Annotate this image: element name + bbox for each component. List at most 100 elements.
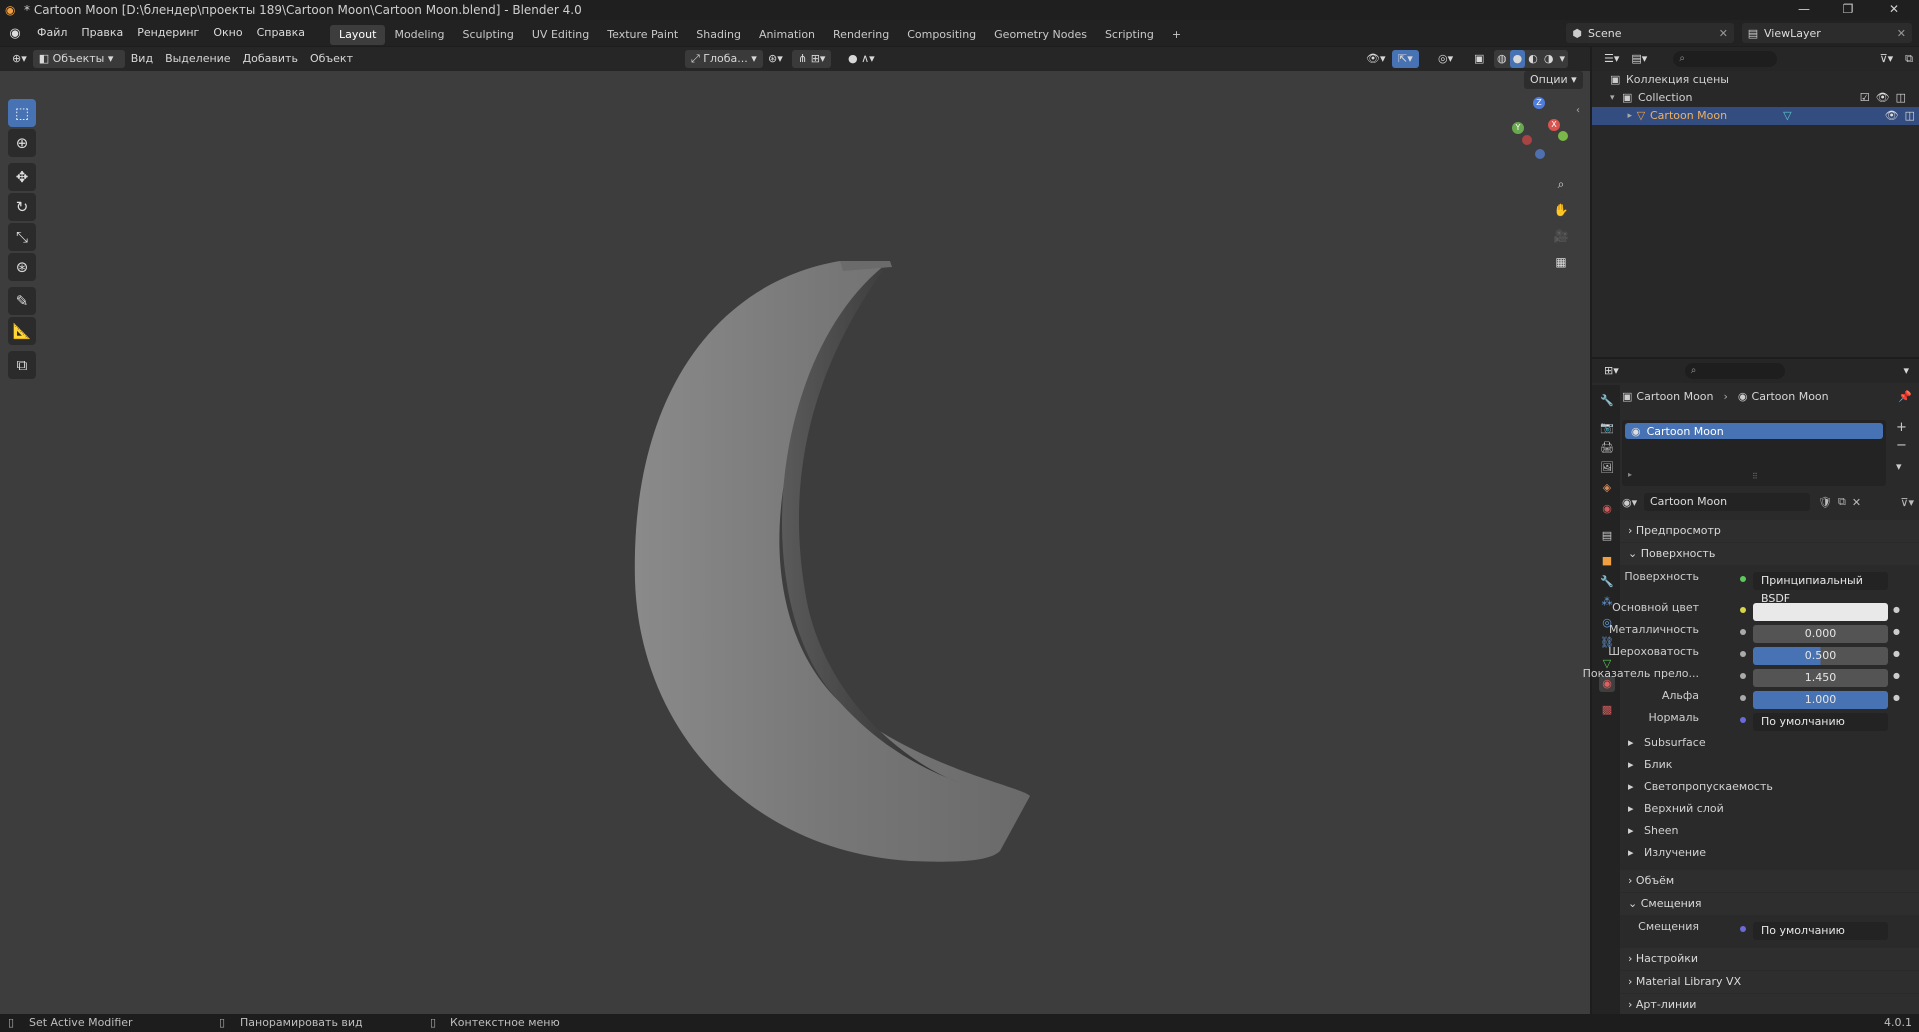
material-slot[interactable]: ◉ Cartoon Moon	[1625, 423, 1883, 439]
new-collection-icon[interactable]: ⧉	[1899, 50, 1919, 68]
close-icon[interactable]: ✕	[1897, 27, 1906, 40]
maximize-button[interactable]: ❐	[1840, 2, 1856, 18]
output-tab-icon[interactable]: 🖨	[1599, 440, 1615, 456]
texture-tab-icon[interactable]: ▩	[1599, 702, 1615, 718]
menu-render[interactable]: Рендеринг	[130, 20, 206, 46]
tab-rendering[interactable]: Rendering	[824, 25, 898, 45]
alpha-field[interactable]: 1.000	[1753, 691, 1888, 709]
add-slot-icon[interactable]: +	[1896, 420, 1907, 435]
menu-file[interactable]: Файл	[30, 20, 74, 46]
xray-icon[interactable]: ▣	[1468, 50, 1490, 68]
keyframe-dot-icon[interactable]: ●	[1893, 627, 1900, 636]
menu-edit[interactable]: Правка	[74, 20, 130, 46]
fake-user-icon[interactable]: 🛡	[1818, 496, 1832, 509]
roughness-field[interactable]: 0.500	[1753, 647, 1888, 665]
add-cube-tool-icon[interactable]: ⧉	[8, 351, 36, 379]
pan-hand-icon[interactable]: ✋	[1550, 199, 1572, 221]
gizmo-x-axis[interactable]: X	[1548, 119, 1560, 131]
rendered-shading-icon[interactable]: ◑	[1541, 50, 1557, 68]
wireframe-shading-icon[interactable]: ◍	[1494, 50, 1510, 68]
gizmo-z-axis[interactable]: Z	[1533, 97, 1545, 109]
collection-checkbox[interactable]: ☑	[1860, 89, 1870, 107]
navigation-gizmo[interactable]: Z Y X	[1506, 97, 1570, 161]
menu-window[interactable]: Окно	[206, 20, 249, 46]
tool-tab-icon[interactable]: 🔧	[1599, 393, 1615, 409]
menu-view[interactable]: Вид	[125, 50, 159, 68]
panel-preview[interactable]: › Предпросмотр	[1620, 520, 1919, 542]
camera-render-icon[interactable]: ◫	[1905, 107, 1915, 125]
duplicate-icon[interactable]: ⧉	[1838, 495, 1846, 509]
surface-shader-field[interactable]: Принципиальный BSDF	[1753, 572, 1888, 605]
panel-surface[interactable]: ⌄ Поверхность	[1620, 543, 1919, 565]
scene-tab-icon[interactable]: ◈	[1599, 480, 1615, 496]
outliner-scene-collection[interactable]: ▣ Коллекция сцены	[1610, 71, 1910, 89]
tab-sculpting[interactable]: Sculpting	[454, 25, 523, 45]
metallic-field[interactable]: 0.000	[1753, 625, 1888, 643]
view-layer-selector[interactable]: ▤ ViewLayer ✕	[1742, 23, 1912, 43]
menu-object[interactable]: Объект	[304, 50, 359, 68]
add-workspace-button[interactable]: +	[1163, 25, 1190, 45]
rotate-tool-icon[interactable]: ↻	[8, 193, 36, 221]
outliner-editor-icon[interactable]: ☰▾	[1598, 50, 1625, 68]
tab-uv-editing[interactable]: UV Editing	[523, 25, 598, 45]
minimize-button[interactable]: —	[1796, 2, 1812, 18]
camera-icon[interactable]: 🎥	[1550, 225, 1572, 247]
camera-render-icon[interactable]: ◫	[1896, 89, 1906, 107]
menu-add[interactable]: Добавить	[237, 50, 304, 68]
scale-tool-icon[interactable]: ⤡	[8, 223, 36, 251]
outliner-object-row[interactable]: ▸ ▽ Cartoon Moon ▽ 👁 ◫	[1592, 107, 1919, 125]
normal-field[interactable]: По умолчанию	[1753, 713, 1888, 731]
close-icon[interactable]: ✕	[1719, 27, 1728, 40]
gizmo-neg-z[interactable]	[1535, 149, 1545, 159]
unlink-icon[interactable]: ✕	[1852, 496, 1861, 509]
keyframe-dot-icon[interactable]: ●	[1893, 649, 1900, 658]
select-box-tool-icon[interactable]: ⬚	[8, 99, 36, 127]
panel-material-library[interactable]: › Material Library VX	[1620, 971, 1919, 993]
perspective-grid-icon[interactable]: ▦	[1550, 251, 1572, 273]
cartoon-moon-mesh[interactable]	[600, 171, 1160, 891]
displacement-field[interactable]: По умолчанию	[1753, 922, 1888, 940]
ior-field[interactable]: 1.450	[1753, 669, 1888, 687]
gizmo-neg-x[interactable]	[1522, 135, 1532, 145]
menu-help[interactable]: Справка	[250, 20, 312, 46]
slot-menu-icon[interactable]: ▾	[1896, 460, 1902, 473]
subsection-subsurface[interactable]: ▸ Subsurface	[1628, 733, 1706, 753]
world-tab-icon[interactable]: ◉	[1599, 501, 1615, 517]
resize-handle-icon[interactable]: ⠿	[1752, 472, 1758, 481]
modifier-tab-icon[interactable]: 🔧	[1599, 574, 1615, 590]
view-layer-tab-icon[interactable]: 🖼	[1599, 460, 1615, 476]
subsection-emission[interactable]: ▸ Излучение	[1628, 843, 1706, 863]
filter-icon[interactable]: ⊽▾	[1874, 50, 1900, 68]
expand-arrow-icon[interactable]: ▾	[1610, 89, 1622, 107]
options-dropdown[interactable]: Опции ▾	[1524, 71, 1583, 89]
object-tab-icon[interactable]: ■	[1599, 553, 1615, 569]
panel-line-art[interactable]: › Арт-линии	[1620, 994, 1919, 1014]
tab-layout[interactable]: Layout	[330, 24, 386, 45]
render-tab-icon[interactable]: 📷	[1599, 420, 1615, 436]
tab-compositing[interactable]: Compositing	[898, 25, 985, 45]
material-shading-icon[interactable]: ◐	[1525, 50, 1541, 68]
transform-orientation-dropdown[interactable]: ⤢ Глоба... ▾	[685, 50, 763, 68]
gizmo-neg-y[interactable]	[1558, 131, 1568, 141]
tab-scripting[interactable]: Scripting	[1096, 25, 1163, 45]
panel-volume[interactable]: › Объём	[1620, 870, 1919, 892]
outliner-search-input[interactable]: ⌕	[1673, 51, 1778, 67]
mesh-data-icon[interactable]: ▽	[1783, 107, 1791, 125]
link-type-icon[interactable]: ⊽▾	[1900, 496, 1914, 509]
measure-tool-icon[interactable]: 📐	[8, 317, 36, 345]
blender-menu-icon[interactable]: ◉	[0, 26, 30, 41]
solid-shading-icon[interactable]: ●	[1509, 50, 1526, 68]
keyframe-dot-icon[interactable]: ●	[1893, 671, 1900, 680]
subsection-transmission[interactable]: ▸ Светопропускаемость	[1628, 777, 1773, 797]
subsection-coat[interactable]: ▸ Верхний слой	[1628, 799, 1724, 819]
sidebar-toggle-icon[interactable]: ‹	[1576, 105, 1580, 116]
tab-shading[interactable]: Shading	[687, 25, 750, 45]
cursor-tool-icon[interactable]: ⊕	[8, 129, 36, 157]
pin-icon[interactable]: 📌	[1898, 390, 1912, 403]
editor-type-icon[interactable]: ⊕▾	[6, 50, 33, 68]
panel-displacement[interactable]: ⌄ Смещения	[1620, 893, 1919, 915]
keyframe-dot-icon[interactable]: ●	[1893, 605, 1900, 614]
pivot-icon[interactable]: ⊛▾	[762, 50, 789, 68]
shading-options-icon[interactable]: ▾	[1556, 50, 1568, 68]
remove-slot-icon[interactable]: −	[1896, 438, 1907, 453]
